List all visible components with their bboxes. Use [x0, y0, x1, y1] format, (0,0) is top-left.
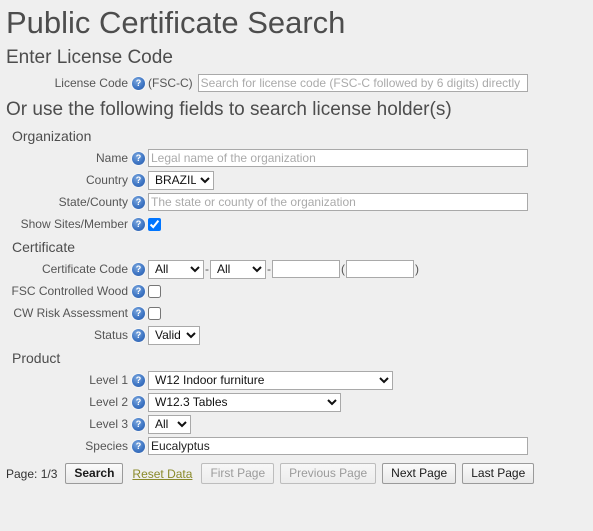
fsc-controlled-wood-row: FSC Controlled Wood ?	[0, 280, 593, 302]
organization-country-row: Country ? BRAZIL	[0, 169, 593, 191]
product-level1-label: Level 1	[89, 373, 128, 387]
help-question-icon[interactable]: ?	[132, 373, 145, 387]
certificate-code-row: Certificate Code ? All - All - ( )	[0, 258, 593, 280]
product-level3-label: Level 3	[89, 417, 128, 431]
help-question-icon[interactable]: ?	[132, 151, 145, 165]
organization-name-row: Name ?	[0, 147, 593, 169]
license-code-row: License Code ? (FSC-C)	[0, 72, 593, 94]
fsc-controlled-wood-checkbox[interactable]	[148, 284, 161, 298]
certificate-code-part3-input[interactable]	[272, 260, 340, 278]
show-sites-member-label: Show Sites/Member	[20, 217, 128, 231]
certificate-status-select[interactable]: Valid	[148, 325, 200, 345]
certificate-code-part1-select[interactable]: All	[148, 259, 204, 279]
certificate-code-part2-select[interactable]: All	[210, 259, 266, 279]
organization-group-label: Organization	[12, 128, 92, 144]
product-level3-row: Level 3 ? All	[0, 413, 593, 435]
previous-page-button[interactable]: Previous Page	[280, 463, 377, 484]
product-group-label: Product	[12, 350, 61, 366]
next-page-button[interactable]: Next Page	[382, 463, 457, 484]
help-question-icon[interactable]: ?	[132, 284, 145, 298]
cw-risk-assessment-row: CW Risk Assessment ?	[0, 302, 593, 324]
license-code-prefix-text: (FSC-C)	[148, 76, 193, 90]
organization-country-label: Country	[85, 173, 128, 187]
product-species-row: Species ?	[0, 435, 593, 457]
enter-license-code-heading: Enter License Code	[6, 47, 173, 68]
certificate-status-row: Status ? Valid	[0, 324, 593, 346]
certificate-code-paren-close: )	[415, 262, 419, 276]
help-question-icon[interactable]: ?	[132, 417, 145, 431]
reset-data-link[interactable]: Reset Data	[132, 467, 192, 481]
fsc-controlled-wood-label: FSC Controlled Wood	[11, 284, 129, 298]
help-question-icon[interactable]: ?	[132, 439, 145, 453]
certificate-status-label: Status	[93, 328, 128, 342]
certificate-code-paren-open: (	[341, 262, 345, 276]
organization-country-select[interactable]: BRAZIL	[148, 170, 214, 190]
organization-state-county-row: State/County ?	[0, 191, 593, 213]
certificate-code-label: Certificate Code	[41, 262, 128, 276]
certificate-group-label: Certificate	[12, 239, 76, 255]
certificate-code-separator-1: -	[205, 262, 209, 276]
help-question-icon[interactable]: ?	[132, 173, 145, 187]
first-page-button[interactable]: First Page	[201, 463, 275, 484]
help-question-icon[interactable]: ?	[132, 195, 145, 209]
product-level1-select[interactable]: W12 Indoor furniture	[148, 370, 393, 390]
product-level2-row: Level 2 ? W12.3 Tables	[0, 391, 593, 413]
cw-risk-assessment-label: CW Risk Assessment	[13, 306, 128, 320]
license-code-input[interactable]	[197, 74, 528, 92]
page-indicator: Page: 1/3	[6, 466, 58, 481]
organization-name-input[interactable]	[148, 149, 528, 167]
license-code-label: License Code	[54, 76, 128, 90]
product-level3-select[interactable]: All	[148, 414, 191, 434]
product-species-label: Species	[85, 439, 128, 453]
organization-state-county-input[interactable]	[148, 193, 528, 211]
product-level1-row: Level 1 ? W12 Indoor furniture	[0, 369, 593, 391]
product-species-input[interactable]	[148, 437, 528, 455]
organization-name-label: Name	[95, 151, 128, 165]
certificate-code-part4-input[interactable]	[346, 260, 414, 278]
help-question-icon[interactable]: ?	[132, 306, 145, 320]
organization-state-county-label: State/County	[58, 195, 128, 209]
search-holders-heading: Or use the following fields to search li…	[6, 99, 452, 120]
last-page-button[interactable]: Last Page	[462, 463, 535, 484]
help-question-icon[interactable]: ?	[132, 217, 145, 231]
product-level2-label: Level 2	[89, 395, 128, 409]
cw-risk-assessment-checkbox[interactable]	[148, 306, 161, 320]
show-sites-member-row: Show Sites/Member ?	[0, 213, 593, 235]
show-sites-member-checkbox[interactable]	[148, 217, 161, 231]
help-question-icon[interactable]: ?	[132, 76, 145, 90]
help-question-icon[interactable]: ?	[132, 262, 145, 276]
product-level2-select[interactable]: W12.3 Tables	[148, 392, 341, 412]
search-button[interactable]: Search	[65, 463, 124, 484]
search-toolbar: Page: 1/3 Search Reset Data First Page P…	[0, 457, 593, 484]
help-question-icon[interactable]: ?	[132, 395, 145, 409]
page-title: Public Certificate Search	[6, 5, 346, 40]
help-question-icon[interactable]: ?	[132, 328, 145, 342]
certificate-code-separator-2: -	[267, 262, 271, 276]
public-certificate-search-page: Public Certificate Search Enter License …	[0, 0, 593, 531]
